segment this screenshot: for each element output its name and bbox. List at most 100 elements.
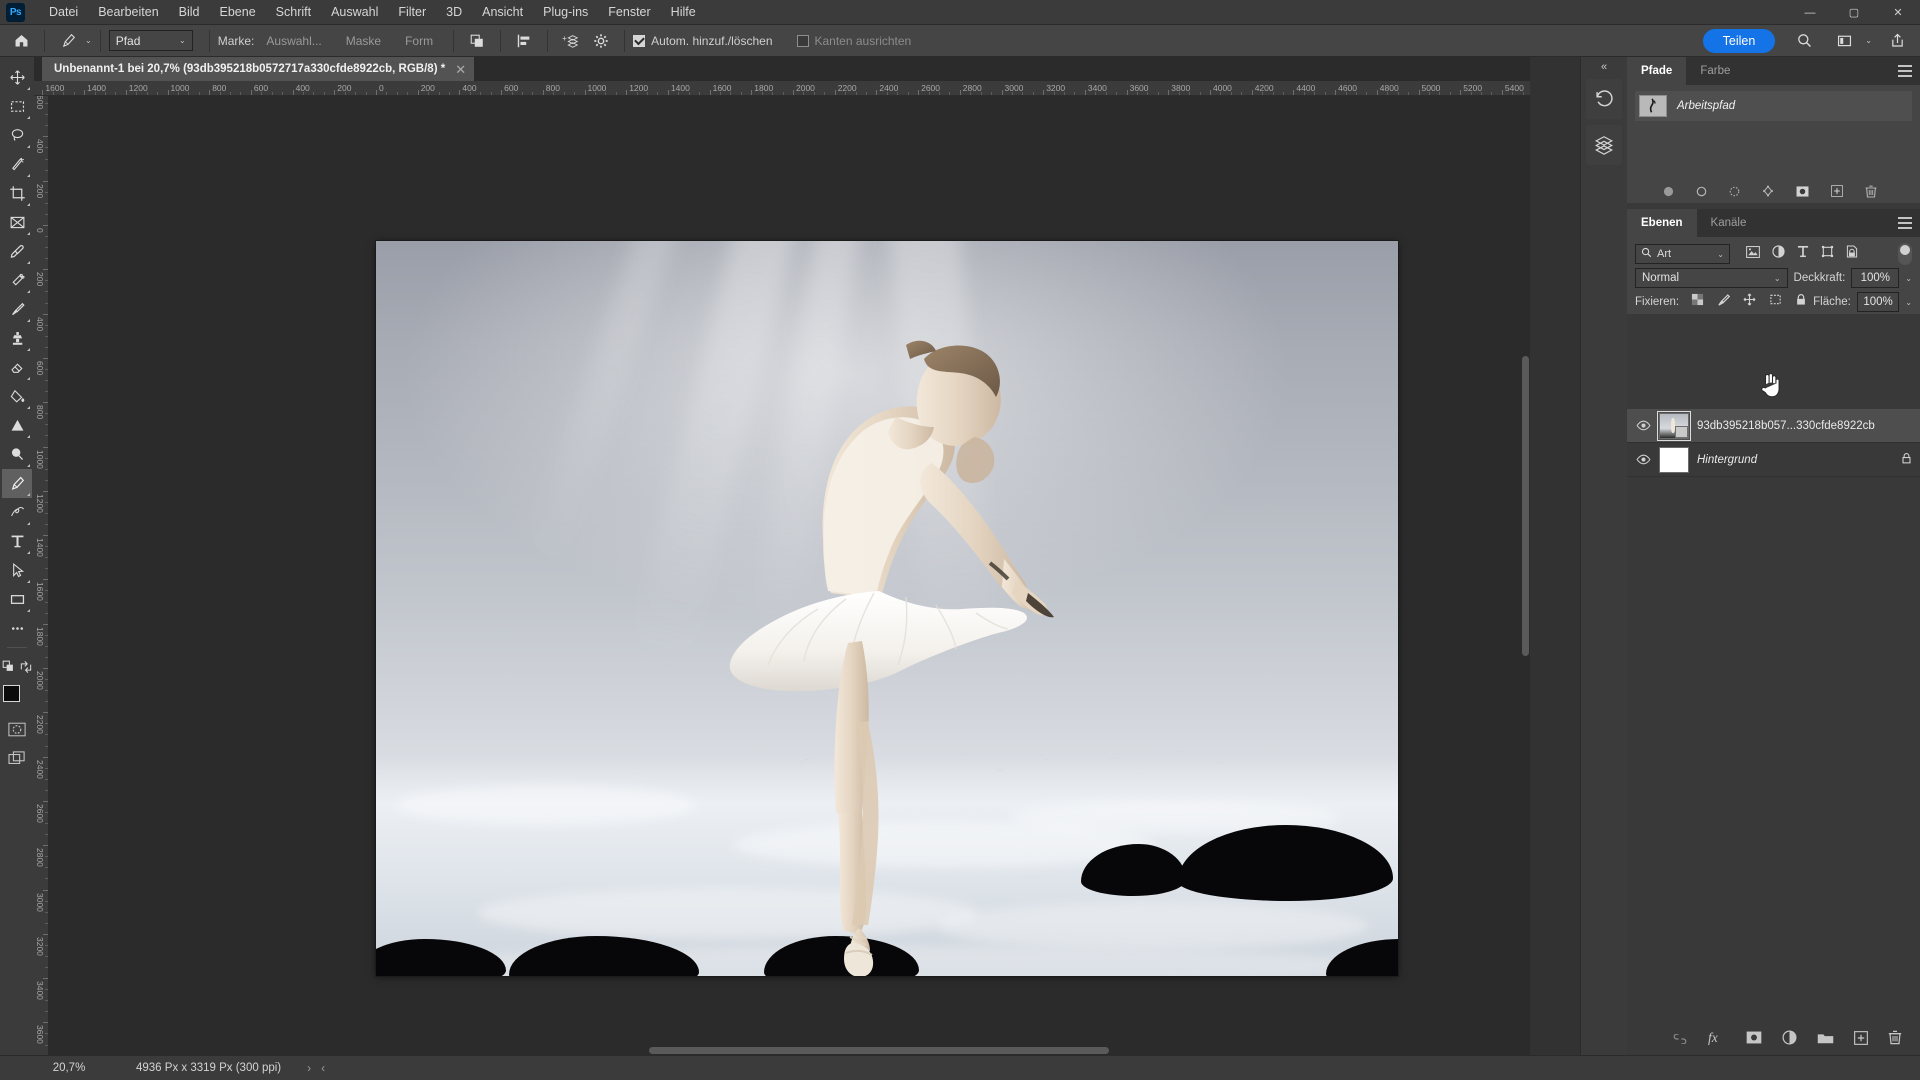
quick-mask-icon[interactable] [2,715,32,744]
filter-adjustment-icon[interactable] [1772,245,1785,263]
menu-ansicht[interactable]: Ansicht [472,2,533,22]
mask-button[interactable]: Maske [334,30,393,52]
make-work-path-icon[interactable] [1762,185,1774,197]
tab-farbe[interactable]: Farbe [1686,57,1745,85]
new-path-icon[interactable] [1830,185,1843,197]
menu-hilfe[interactable]: Hilfe [661,2,706,22]
tool-preset-caret[interactable]: ⌄ [85,36,92,45]
color-swatches[interactable] [2,685,32,715]
layer-thumbnail[interactable] [1657,410,1691,441]
frame-tool[interactable] [2,208,32,237]
eye-icon[interactable] [1635,454,1651,465]
fill-value[interactable]: 100% [1856,292,1900,312]
menu-ebene[interactable]: Ebene [210,2,266,22]
path-item-arbeitspfad[interactable]: Arbeitspfad [1635,91,1912,121]
status-prev-arrow[interactable]: ‹ [321,1061,325,1075]
opacity-value[interactable]: 100% [1851,268,1900,288]
gear-icon[interactable] [586,28,616,54]
path-arrangement-icon[interactable]: + [556,28,586,54]
freeform-pen-tool[interactable] [2,498,32,527]
filter-enable-toggle[interactable] [1898,243,1912,265]
rectangle-tool[interactable] [2,585,32,614]
link-layers-icon[interactable] [1672,1031,1688,1049]
panel-menu-icon[interactable] [1898,65,1912,77]
canvas-vertical-scrollbar[interactable] [1521,96,1530,1055]
menu-filter[interactable]: Filter [388,2,436,22]
load-selection-icon[interactable] [1729,186,1740,197]
menu-bearbeiten[interactable]: Bearbeiten [88,2,168,22]
share-button[interactable]: Teilen [1702,28,1776,53]
auto-add-delete-checkbox[interactable]: Autom. hinzuf./löschen [633,34,773,48]
search-icon[interactable] [1789,28,1819,54]
fill-caret[interactable]: ⌄ [1905,298,1912,307]
add-mask-icon[interactable] [1796,185,1809,197]
document-tab[interactable]: Unbenannt-1 bei 20,7% (93db395218b057271… [42,57,475,81]
menu-auswahl[interactable]: Auswahl [321,2,388,22]
swap-colors-icon[interactable] [18,652,33,681]
new-layer-icon[interactable] [1854,1030,1868,1050]
lock-position-icon[interactable] [1743,293,1756,311]
path-selection-tool[interactable] [2,556,32,585]
sponge-tool[interactable] [2,440,32,469]
spot-healing-brush-tool[interactable] [2,266,32,295]
menu-fenster[interactable]: Fenster [598,2,660,22]
shape-button[interactable]: Form [393,30,445,52]
path-mode-select[interactable]: Pfad ⌄ [108,30,193,51]
filter-type-icon[interactable] [1797,245,1809,263]
delete-path-icon[interactable] [1865,185,1877,198]
collapse-panels-icon[interactable]: « [1581,57,1627,73]
canvas-horizontal-scrollbar[interactable] [49,1046,1521,1055]
layer-styles-fx-icon[interactable]: fx [1708,1030,1726,1050]
opacity-caret[interactable]: ⌄ [1905,274,1912,283]
align-edges-checkbox[interactable]: Kanten ausrichten [796,34,911,48]
document-canvas[interactable] [376,241,1398,976]
foreground-color-swatch[interactable] [3,685,20,702]
close-icon[interactable]: ✕ [455,63,466,76]
menu-plug-ins[interactable]: Plug-ins [533,2,598,22]
history-panel-button[interactable] [1586,79,1622,119]
status-next-arrow[interactable]: › [307,1061,311,1075]
menu-bild[interactable]: Bild [169,2,210,22]
layer-row[interactable]: Hintergrund [1627,443,1920,477]
magic-wand-tool[interactable] [2,150,32,179]
layers-comp-panel-button[interactable] [1586,125,1622,165]
lock-image-pixels-icon[interactable] [1717,293,1731,311]
type-tool[interactable] [2,527,32,556]
menu-schrift[interactable]: Schrift [266,2,321,22]
workspace-caret[interactable]: ⌄ [1865,36,1872,45]
new-adjustment-layer-icon[interactable] [1782,1030,1797,1050]
path-alignment-icon[interactable] [509,28,539,54]
status-zoom-level[interactable]: 20,7% [34,1062,104,1074]
lock-artboard-icon[interactable] [1769,293,1782,311]
blend-mode-select[interactable]: Normal ⌄ [1635,268,1788,288]
lock-transparent-pixels-icon[interactable] [1691,293,1704,311]
tab-pfade[interactable]: Pfade [1627,57,1687,85]
home-icon[interactable] [6,28,36,54]
brush-tool[interactable] [2,295,32,324]
maximize-button[interactable]: ▢ [1832,0,1876,25]
dodge-tool[interactable] [2,411,32,440]
workspace-icon[interactable] [1829,28,1859,54]
selection-button[interactable]: Auswahl... [254,30,333,52]
minimize-button[interactable]: — [1788,0,1832,25]
filter-smartobject-icon[interactable] [1846,245,1858,263]
fill-path-icon[interactable] [1663,186,1674,197]
stroke-path-icon[interactable] [1696,186,1707,197]
crop-tool[interactable] [2,179,32,208]
paint-bucket-icon[interactable] [2,382,32,411]
filter-shape-icon[interactable] [1821,245,1834,263]
tab-kanaele[interactable]: Kanäle [1696,209,1761,237]
path-operations-icon[interactable] [462,28,492,54]
panel-menu-icon[interactable] [1898,217,1912,229]
clone-stamp-tool[interactable] [2,324,32,353]
layer-filter-select[interactable]: Art ⌄ [1635,244,1730,264]
layer-row[interactable]: 93db395218b057...330cfde8922cb [1627,409,1920,443]
tab-ebenen[interactable]: Ebenen [1627,209,1697,237]
menu-datei[interactable]: Datei [39,2,88,22]
move-tool[interactable] [2,63,32,92]
new-group-icon[interactable] [1817,1031,1834,1050]
add-layer-mask-icon[interactable] [1746,1031,1762,1049]
share-export-icon[interactable] [1882,28,1912,54]
close-button[interactable]: ✕ [1876,0,1920,25]
screen-mode-icon[interactable] [2,744,32,773]
